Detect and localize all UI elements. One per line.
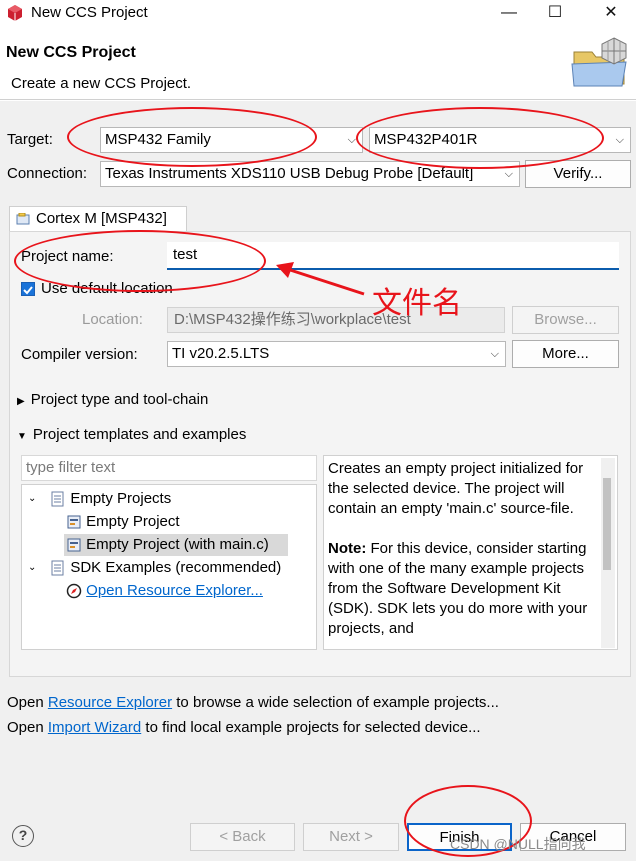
tree-item-label: Empty Projects — [70, 490, 172, 507]
wizard-header: New CCS Project Create a new CCS Project… — [0, 28, 636, 100]
templates-section-label: Project templates and examples — [32, 426, 247, 443]
folder-wizard-icon — [571, 37, 627, 87]
tab-cortex-m[interactable]: Cortex M [MSP432] — [9, 206, 187, 232]
window-title: New CCS Project — [31, 4, 148, 21]
more-button[interactable]: More... — [512, 340, 619, 368]
use-default-location-checkbox[interactable] — [21, 282, 35, 296]
note-label: Note: — [328, 540, 367, 557]
title-bar: New CCS Project — ☐ ✕ — [0, 0, 636, 28]
project-template-icon — [67, 515, 81, 529]
target-label: Target: — [7, 131, 53, 148]
toolchain-section-toggle[interactable]: ▶ Project type and tool-chain — [17, 391, 208, 408]
folder-list-icon — [51, 560, 64, 576]
browse-button[interactable]: Browse... — [512, 306, 619, 334]
annotation-text: 文件名 — [372, 286, 462, 321]
line-suffix: to find local example projects for selec… — [141, 719, 481, 736]
next-button[interactable]: Next > — [303, 823, 399, 851]
tab-label: Cortex M [MSP432] — [36, 210, 167, 227]
cpu-tab-icon — [16, 213, 30, 225]
folder-list-icon — [51, 491, 64, 507]
line-prefix: Open — [7, 694, 48, 711]
back-button[interactable]: < Back — [190, 823, 295, 851]
tree-item-empty-project-main-c[interactable]: Empty Project (with main.c) — [64, 534, 288, 556]
line-prefix: Open — [7, 719, 48, 736]
chevron-down-icon: ⌵ — [615, 134, 624, 146]
resource-explorer-line: Open Resource Explorer to browse a wide … — [7, 694, 499, 711]
description-text: Creates an empty project initialized for… — [328, 460, 584, 517]
help-icon[interactable]: ? — [12, 825, 34, 847]
annotation-ellipse-target-family — [67, 107, 317, 167]
header-description: Create a new CCS Project. — [11, 75, 192, 92]
tree-item-label: Empty Project (with main.c) — [86, 536, 269, 553]
compass-icon — [66, 583, 82, 599]
template-filter-input[interactable]: type filter text — [21, 455, 317, 481]
description-scrollbar-thumb[interactable] — [603, 478, 611, 570]
compiler-version-select[interactable]: TI v20.2.5.LTS ⌵ — [167, 341, 506, 367]
import-wizard-link[interactable]: Import Wizard — [48, 719, 141, 736]
note-text: For this device, consider starting with … — [328, 540, 588, 637]
template-description: Creates an empty project initialized for… — [323, 455, 618, 650]
annotation-ellipse-target-device — [356, 107, 604, 169]
compiler-version-label: Compiler version: — [21, 346, 138, 363]
chevron-down-icon: ▼ — [17, 431, 27, 442]
toolchain-section-label: Project type and tool-chain — [30, 391, 209, 408]
location-label: Location: — [82, 311, 143, 328]
templates-section-toggle[interactable]: ▼ Project templates and examples — [17, 426, 246, 443]
tree-item-empty-projects[interactable]: ⌄ Empty Projects — [28, 488, 171, 510]
resource-explorer-link[interactable]: Resource Explorer — [48, 694, 172, 711]
maximize-button[interactable]: ☐ — [532, 0, 578, 28]
tree-item-empty-project[interactable]: Empty Project — [66, 511, 180, 533]
ccs-app-icon — [8, 5, 22, 21]
minimize-button[interactable]: — — [486, 0, 532, 28]
chevron-down-icon: ⌄ — [28, 493, 37, 505]
chevron-right-icon: ▶ — [17, 396, 25, 407]
annotation-ellipse-project-name — [14, 230, 266, 292]
close-button[interactable]: ✕ — [588, 0, 634, 28]
watermark: CSDN @NULL指向我 — [450, 836, 586, 852]
checkmark-icon — [23, 286, 33, 295]
description-note: Note: For this device, consider starting… — [328, 539, 592, 639]
tree-item-open-resource-explorer[interactable]: Open Resource Explorer... — [66, 580, 263, 602]
tree-item-link[interactable]: Open Resource Explorer... — [86, 582, 263, 599]
connection-label: Connection: — [7, 165, 88, 182]
header-title: New CCS Project — [6, 44, 136, 61]
chevron-down-icon: ⌵ — [347, 134, 356, 146]
compiler-version-value: TI v20.2.5.LTS — [172, 345, 270, 362]
line-suffix: to browse a wide selection of example pr… — [172, 694, 499, 711]
template-tree[interactable]: ⌄ Empty Projects Empty Project Empty Pro… — [21, 484, 317, 650]
chevron-down-icon: ⌵ — [490, 348, 499, 360]
import-wizard-line: Open Import Wizard to find local example… — [7, 719, 481, 736]
annotation-arrow-icon — [276, 262, 365, 296]
tree-item-label: SDK Examples (recommended) — [70, 559, 282, 576]
tree-item-sdk-examples[interactable]: ⌄ SDK Examples (recommended) — [28, 557, 281, 579]
chevron-down-icon: ⌄ — [28, 562, 37, 574]
tree-item-label: Empty Project — [86, 513, 180, 530]
project-template-icon — [67, 538, 81, 552]
connection-value: Texas Instruments XDS110 USB Debug Probe… — [105, 165, 474, 182]
